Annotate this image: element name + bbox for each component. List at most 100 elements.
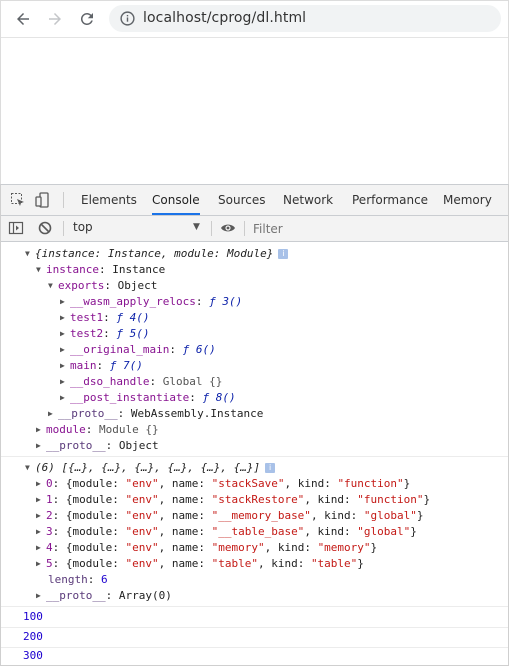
property-value: Object [118,439,159,452]
collapse-triangle-icon[interactable]: ▶ [36,492,46,508]
message-divider [1,606,508,607]
dropdown-arrow-icon[interactable]: ▼ [193,222,200,232]
tab-sources[interactable]: Sources [218,185,265,215]
array-summary: (6) [{…}, {…}, {…}, {…}, {…}, {…}] [35,461,261,474]
inspect-element-icon[interactable] [10,192,26,208]
collapse-triangle-icon[interactable]: ▶ [60,390,70,406]
message-divider [1,627,508,628]
collapse-triangle-icon[interactable]: ▶ [60,342,70,358]
property-key: __post_instantiate [70,391,190,404]
tree-row[interactable]: ▶ __proto__: WebAssembly.Instance [48,406,263,422]
array-item-row[interactable]: ▶ 4: {module: "env", name: "memory", kind… [36,540,377,556]
devtools-panel: Elements Console Sources Network Perform… [0,184,509,666]
property-key: test2 [70,327,104,340]
property-key: instance [46,263,99,276]
property-key: __proto__ [58,407,118,420]
reload-button[interactable] [75,7,99,31]
tree-row[interactable]: ▶ __dso_handle: Global {} [60,374,222,390]
tree-row[interactable]: ▶ test1: ƒ 4() [60,310,150,326]
console-object-row[interactable]: ▼ (6) [{…}, {…}, {…}, {…}, {…}, {…}] i [25,460,276,476]
collapse-triangle-icon[interactable]: ▶ [36,556,46,572]
console-object-row[interactable]: ▼ {instance: Instance, module: Module} i [25,246,289,262]
property-key: __dso_handle [70,375,150,388]
collapse-triangle-icon[interactable]: ▶ [36,422,46,438]
tab-separator [63,192,64,208]
forward-arrow-icon [49,13,61,25]
address-bar[interactable]: localhost/cprog/dl.html [109,5,501,32]
property-value: ƒ 3() [209,295,243,308]
tab-memory[interactable]: Memory [443,185,492,215]
collapse-triangle-icon[interactable]: ▶ [36,588,46,604]
property-value: ƒ 7() [109,359,143,372]
property-value: Array(0) [118,589,172,602]
context-selector[interactable]: top [73,220,203,237]
property-value: ƒ 6() [182,343,216,356]
tree-row: length: 6 [48,573,108,586]
object-summary: {instance: Instance, module: Module} [35,247,274,260]
collapse-triangle-icon[interactable]: ▶ [60,294,70,310]
collapse-triangle-icon[interactable]: ▶ [48,406,58,422]
expand-triangle-icon[interactable]: ▼ [25,246,35,262]
console-toolbar: top ▼ [1,216,508,242]
tree-row[interactable]: ▶ main: ƒ 7() [60,358,143,374]
collapse-triangle-icon[interactable]: ▶ [36,524,46,540]
collapse-triangle-icon[interactable]: ▶ [36,476,46,492]
property-key: exports [58,279,105,292]
property-value: Instance [112,263,166,276]
collapse-triangle-icon[interactable]: ▶ [60,310,70,326]
collapse-triangle-icon[interactable]: ▶ [60,358,70,374]
collapse-triangle-icon[interactable]: ▶ [36,438,46,454]
collapse-triangle-icon[interactable]: ▶ [36,540,46,556]
tree-row[interactable]: ▼ instance: Instance [36,262,165,278]
collapse-triangle-icon[interactable]: ▶ [60,326,70,342]
tree-row[interactable]: ▶ __proto__: Array(0) [36,588,172,604]
expand-triangle-icon[interactable]: ▼ [25,460,35,476]
info-badge-icon[interactable]: i [265,463,276,473]
tree-row[interactable]: ▶ __original_main: ƒ 6() [60,342,216,358]
page-content [0,37,509,184]
tab-console[interactable]: Console [152,185,200,215]
property-value: Object [117,279,158,292]
info-icon[interactable] [119,10,136,27]
tab-performance[interactable]: Performance [352,185,428,215]
property-value: ƒ 4() [116,311,150,324]
reload-icon [80,12,93,25]
message-divider [1,456,508,457]
collapse-triangle-icon[interactable]: ▶ [60,374,70,390]
filter-input[interactable] [251,219,505,239]
live-expression-eye-icon[interactable] [220,220,236,236]
toolbar-separator [63,221,64,236]
devtools-tabbar: Elements Console Sources Network Perform… [1,185,508,216]
property-value: WebAssembly.Instance [130,407,264,420]
array-item-row[interactable]: ▶ 3: {module: "env", name: "__table_base"… [36,524,417,540]
tree-row[interactable]: ▶ module: Module {} [36,422,159,438]
array-item-row[interactable]: ▶ 2: {module: "env", name: "__memory_base… [36,508,424,524]
message-divider [1,647,508,648]
back-button[interactable] [11,7,35,31]
tree-row[interactable]: ▼ exports: Object [48,278,157,294]
sidebar-toggle-icon[interactable] [8,220,24,236]
array-item-row[interactable]: ▶ 1: {module: "env", name: "stackRestore"… [36,492,430,508]
device-toggle-icon[interactable] [35,192,51,208]
array-item-row[interactable]: ▶ 0: {module: "env", name: "stackSave", k… [36,476,410,492]
clear-console-icon[interactable] [37,220,53,236]
property-key: __proto__ [46,589,106,602]
expand-triangle-icon[interactable]: ▼ [48,278,58,294]
forward-button[interactable] [43,7,67,31]
tree-row[interactable]: ▶ test2: ƒ 5() [60,326,150,342]
tab-elements[interactable]: Elements [81,185,137,215]
property-key: length [48,573,88,586]
property-value: ƒ 5() [116,327,150,340]
collapse-triangle-icon[interactable]: ▶ [36,508,46,524]
toolbar-separator [244,221,245,236]
tree-row[interactable]: ▶ __post_instantiate: ƒ 8() [60,390,236,406]
property-value: ƒ 8() [202,391,236,404]
tree-row[interactable]: ▶ __proto__: Object [36,438,159,454]
array-item-row[interactable]: ▶ 5: {module: "env", name: "table", kind:… [36,556,364,572]
property-key: module [46,423,86,436]
expand-triangle-icon[interactable]: ▼ [36,262,46,278]
tree-row[interactable]: ▶ __wasm_apply_relocs: ƒ 3() [60,294,242,310]
tab-network[interactable]: Network [283,185,333,215]
info-badge-icon[interactable]: i [278,249,289,259]
url-text[interactable]: localhost/cprog/dl.html [143,10,306,26]
